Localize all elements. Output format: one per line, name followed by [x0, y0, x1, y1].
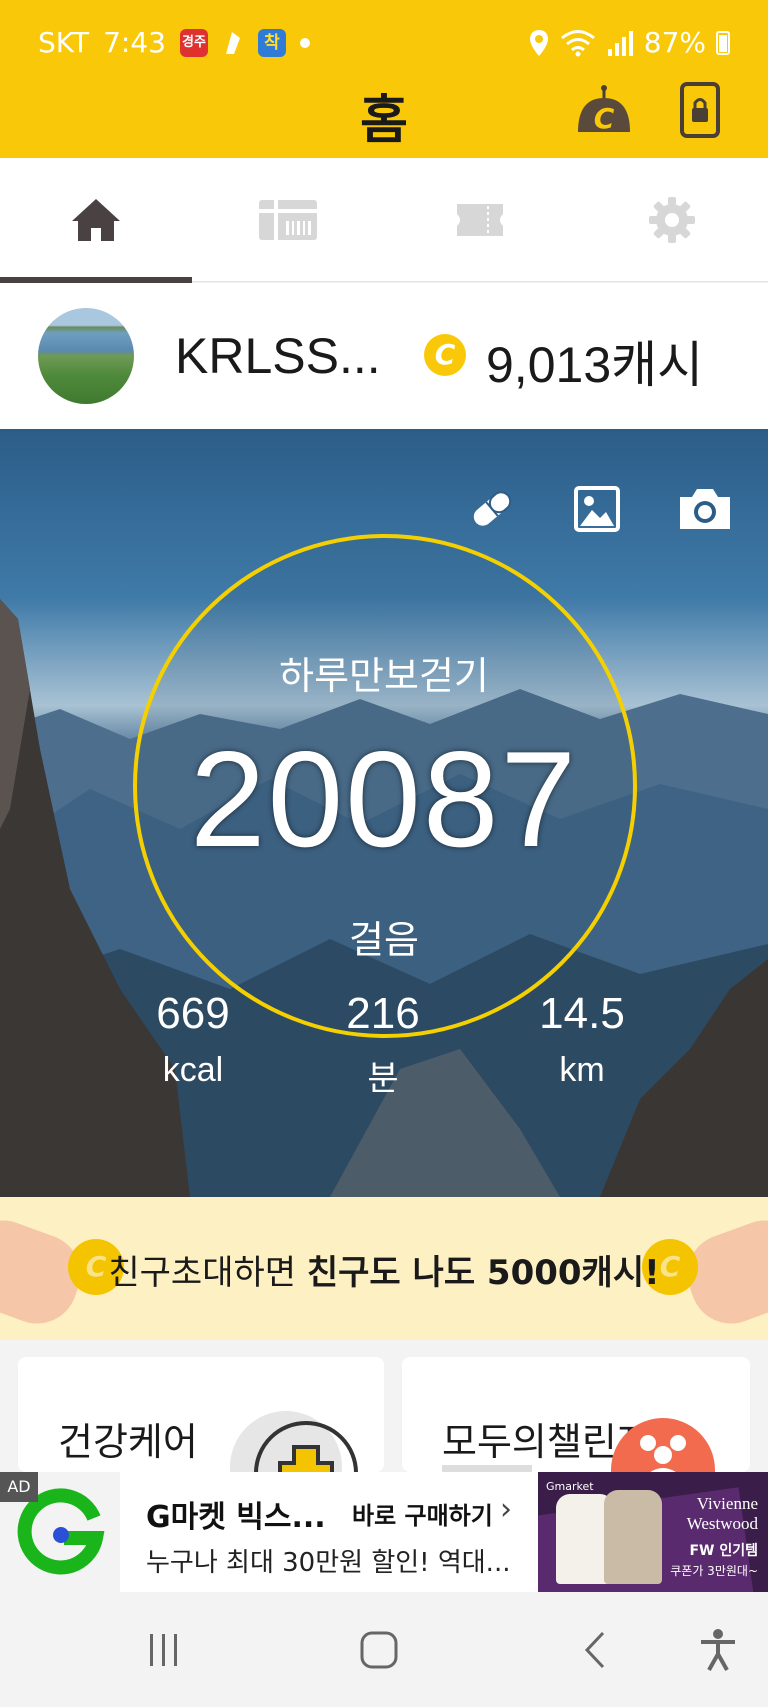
distance-value: 14.5: [539, 989, 625, 1038]
minutes-unit: 분: [367, 1060, 399, 1098]
steps-unit-label: 걸음: [349, 918, 419, 962]
change-background-button[interactable]: [567, 479, 627, 539]
cash-shop-button[interactable]: C: [572, 78, 636, 142]
calories-unit: kcal: [162, 1051, 224, 1089]
cash-coin-icon: C: [424, 334, 466, 376]
ad-description: 누구나 최대 30만원 할인! 역대...: [146, 1548, 511, 1578]
app-header: 홈 C: [0, 62, 768, 158]
tab-home[interactable]: [0, 158, 192, 283]
gift-card-icon: [259, 200, 317, 240]
ad-tag: AD: [0, 1472, 38, 1502]
ad-banner[interactable]: AD G마켓 빅스... 바로 구매하기 › 누구나 최대 30만원 할인! 역…: [0, 1472, 768, 1592]
image-icon: [574, 486, 620, 532]
wifi-icon: [560, 29, 595, 56]
camera-icon: [680, 489, 730, 529]
signal-icon: [607, 30, 633, 56]
tab-settings[interactable]: [576, 158, 768, 282]
ad-cta-link[interactable]: 바로 구매하기: [352, 1496, 493, 1531]
accessibility-button[interactable]: [688, 1622, 748, 1678]
recent-apps-icon: [150, 1634, 177, 1666]
challenge-card[interactable]: 모두의챌린지: [402, 1357, 750, 1472]
calories-value: 669: [156, 989, 230, 1038]
notification-app-icon: [225, 31, 240, 54]
status-right: 87%: [528, 26, 730, 59]
page-title: 홈: [360, 91, 408, 151]
step-counter-panel: 하루만보걷기 20087 걸음 669 kcal 216 분 14.5 km: [0, 429, 768, 1197]
gear-icon: [649, 197, 695, 243]
avatar[interactable]: [38, 308, 134, 404]
phone-lock-icon: [680, 82, 720, 138]
app-notification-icon: 착: [257, 28, 286, 57]
battery-icon: [716, 30, 730, 55]
ad-title: G마켓 빅스...: [146, 1500, 326, 1535]
username: KRLSS...: [175, 328, 381, 384]
minutes-stat: 216 분: [303, 989, 463, 1100]
tab-gift-card[interactable]: [192, 158, 384, 282]
cash-balance[interactable]: 9,013캐시: [486, 325, 703, 397]
beige-jacket-image: [604, 1490, 662, 1584]
battery-percent: 87%: [643, 26, 706, 59]
system-nav-bar: [0, 1592, 768, 1707]
ad-image[interactable]: Gmarket Vivienne Westwood FW 인기템 쿠폰가 3만원…: [538, 1472, 768, 1592]
back-button[interactable]: [564, 1622, 624, 1678]
ad-image-line3: FW 인기템: [689, 1543, 758, 1559]
accessibility-icon: [701, 1629, 735, 1671]
carrier-label: SKT: [38, 26, 90, 59]
ad-image-line1: Vivienne: [696, 1494, 758, 1513]
recent-apps-button[interactable]: [134, 1622, 194, 1678]
invite-text-bold: 친구도 나도 5000캐시!: [306, 1253, 660, 1293]
pill-button[interactable]: [462, 479, 522, 539]
status-left: SKT 7:43 경주 착: [38, 26, 310, 59]
lock-screen-button[interactable]: [668, 78, 732, 142]
svg-text:C: C: [594, 102, 615, 135]
coin-character-icon: C: [578, 85, 630, 135]
home-nav-button[interactable]: [349, 1622, 409, 1678]
location-icon: [529, 29, 548, 56]
daily-walk-title: 하루만보걷기: [279, 654, 489, 698]
distance-unit: km: [559, 1051, 605, 1089]
pill-icon: [473, 491, 512, 526]
ad-image-line4: 쿠폰가 3만원대~: [670, 1564, 758, 1578]
news-notification-icon: 경주: [179, 28, 208, 57]
ticket-icon: [457, 204, 503, 236]
home-square-icon: [360, 1631, 398, 1669]
ad-image-brand: Gmarket: [546, 1480, 594, 1493]
distance-stat: 14.5 km: [502, 989, 662, 1090]
challenge-group-icon: [611, 1418, 715, 1472]
health-care-title: 건강케어: [58, 1420, 198, 1464]
minutes-value: 216: [346, 989, 420, 1038]
profile-row[interactable]: KRLSS... C 9,013캐시: [0, 283, 768, 429]
calories-stat: 669 kcal: [113, 989, 273, 1090]
invite-friends-banner[interactable]: C C 친구초대하면 친구도 나도 5000캐시!: [0, 1197, 768, 1340]
ad-image-line2: Westwood: [686, 1514, 758, 1533]
tab-ticket[interactable]: [384, 158, 576, 282]
chevron-right-icon: ›: [500, 1492, 512, 1527]
invite-text: 친구초대하면 친구도 나도 5000캐시!: [0, 1245, 768, 1294]
back-chevron-icon: [584, 1631, 605, 1669]
challenge-subtitle-placeholder: [442, 1465, 532, 1472]
camera-button[interactable]: [675, 479, 735, 539]
more-notifications-icon: [299, 37, 310, 48]
clock: 7:43: [103, 26, 166, 59]
health-care-card[interactable]: 건강케어: [18, 1357, 384, 1472]
health-plus-icon: [230, 1411, 358, 1472]
step-count: 20087: [189, 723, 579, 875]
tab-bar: [0, 158, 768, 283]
status-bar: SKT 7:43 경주 착 87%: [0, 0, 768, 62]
home-icon: [72, 199, 120, 241]
invite-text-normal: 친구초대하면: [108, 1253, 307, 1293]
